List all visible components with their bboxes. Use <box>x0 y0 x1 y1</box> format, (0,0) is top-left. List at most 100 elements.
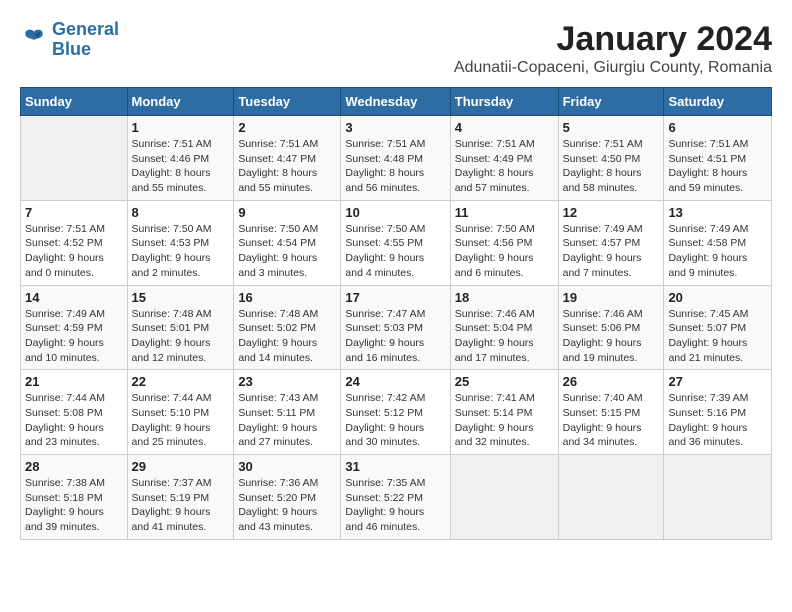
day-number: 29 <box>132 459 230 474</box>
calendar-cell: 16 Sunrise: 7:48 AM Sunset: 5:02 PM Dayli… <box>234 285 341 370</box>
day-number: 6 <box>668 120 767 135</box>
day-number: 28 <box>25 459 123 474</box>
calendar-body: 1 Sunrise: 7:51 AM Sunset: 4:46 PM Daylig… <box>21 116 772 540</box>
logo: General Blue <box>20 20 119 60</box>
day-number: 22 <box>132 374 230 389</box>
day-info: Sunrise: 7:36 AM Sunset: 5:20 PM Dayligh… <box>238 476 336 535</box>
weekday-header: Friday <box>558 88 664 116</box>
calendar-week-row: 14 Sunrise: 7:49 AM Sunset: 4:59 PM Dayli… <box>21 285 772 370</box>
day-info: Sunrise: 7:44 AM Sunset: 5:10 PM Dayligh… <box>132 391 230 450</box>
day-number: 21 <box>25 374 123 389</box>
day-info: Sunrise: 7:40 AM Sunset: 5:15 PM Dayligh… <box>563 391 660 450</box>
day-info: Sunrise: 7:51 AM Sunset: 4:49 PM Dayligh… <box>455 137 554 196</box>
calendar-cell: 21 Sunrise: 7:44 AM Sunset: 5:08 PM Dayli… <box>21 370 128 455</box>
calendar-cell: 24 Sunrise: 7:42 AM Sunset: 5:12 PM Dayli… <box>341 370 450 455</box>
calendar-week-row: 7Sunrise: 7:51 AM Sunset: 4:52 PM Daylig… <box>21 200 772 285</box>
calendar-cell: 23Sunrise: 7:43 AM Sunset: 5:11 PM Dayli… <box>234 370 341 455</box>
day-number: 20 <box>668 290 767 305</box>
day-info: Sunrise: 7:37 AM Sunset: 5:19 PM Dayligh… <box>132 476 230 535</box>
day-info: Sunrise: 7:50 AM Sunset: 4:56 PM Dayligh… <box>455 222 554 281</box>
calendar-cell: 29 Sunrise: 7:37 AM Sunset: 5:19 PM Dayli… <box>127 455 234 540</box>
day-info: Sunrise: 7:45 AM Sunset: 5:07 PM Dayligh… <box>668 307 767 366</box>
calendar-week-row: 28 Sunrise: 7:38 AM Sunset: 5:18 PM Dayli… <box>21 455 772 540</box>
day-info: Sunrise: 7:42 AM Sunset: 5:12 PM Dayligh… <box>345 391 445 450</box>
day-info: Sunrise: 7:50 AM Sunset: 4:55 PM Dayligh… <box>345 222 445 281</box>
day-info: Sunrise: 7:51 AM Sunset: 4:50 PM Dayligh… <box>563 137 660 196</box>
day-info: Sunrise: 7:49 AM Sunset: 4:59 PM Dayligh… <box>25 307 123 366</box>
day-info: Sunrise: 7:46 AM Sunset: 5:04 PM Dayligh… <box>455 307 554 366</box>
day-info: Sunrise: 7:51 AM Sunset: 4:48 PM Dayligh… <box>345 137 445 196</box>
day-number: 3 <box>345 120 445 135</box>
day-number: 18 <box>455 290 554 305</box>
day-number: 16 <box>238 290 336 305</box>
day-number: 14 <box>25 290 123 305</box>
day-number: 24 <box>345 374 445 389</box>
calendar-cell: 13 Sunrise: 7:49 AM Sunset: 4:58 PM Dayli… <box>664 200 772 285</box>
page-header: General Blue January 2024 Adunatii-Copac… <box>20 20 772 77</box>
day-info: Sunrise: 7:49 AM Sunset: 4:57 PM Dayligh… <box>563 222 660 281</box>
calendar-cell: 10 Sunrise: 7:50 AM Sunset: 4:55 PM Dayli… <box>341 200 450 285</box>
day-info: Sunrise: 7:46 AM Sunset: 5:06 PM Dayligh… <box>563 307 660 366</box>
calendar-cell: 26 Sunrise: 7:40 AM Sunset: 5:15 PM Dayli… <box>558 370 664 455</box>
day-number: 1 <box>132 120 230 135</box>
day-info: Sunrise: 7:51 AM Sunset: 4:52 PM Dayligh… <box>25 222 123 281</box>
calendar-cell: 5 Sunrise: 7:51 AM Sunset: 4:50 PM Daylig… <box>558 116 664 201</box>
weekday-header: Wednesday <box>341 88 450 116</box>
calendar-cell: 31Sunrise: 7:35 AM Sunset: 5:22 PM Dayli… <box>341 455 450 540</box>
calendar-cell: 2Sunrise: 7:51 AM Sunset: 4:47 PM Daylig… <box>234 116 341 201</box>
day-info: Sunrise: 7:49 AM Sunset: 4:58 PM Dayligh… <box>668 222 767 281</box>
day-info: Sunrise: 7:51 AM Sunset: 4:51 PM Dayligh… <box>668 137 767 196</box>
day-number: 9 <box>238 205 336 220</box>
weekday-header: Thursday <box>450 88 558 116</box>
day-info: Sunrise: 7:48 AM Sunset: 5:02 PM Dayligh… <box>238 307 336 366</box>
weekday-row: SundayMondayTuesdayWednesdayThursdayFrid… <box>21 88 772 116</box>
weekday-header: Tuesday <box>234 88 341 116</box>
calendar-header: SundayMondayTuesdayWednesdayThursdayFrid… <box>21 88 772 116</box>
calendar-cell: 17 Sunrise: 7:47 AM Sunset: 5:03 PM Dayli… <box>341 285 450 370</box>
calendar-cell: 3 Sunrise: 7:51 AM Sunset: 4:48 PM Daylig… <box>341 116 450 201</box>
page-title: January 2024 <box>454 20 772 59</box>
day-number: 17 <box>345 290 445 305</box>
weekday-header: Sunday <box>21 88 128 116</box>
day-info: Sunrise: 7:48 AM Sunset: 5:01 PM Dayligh… <box>132 307 230 366</box>
calendar-table: SundayMondayTuesdayWednesdayThursdayFrid… <box>20 87 772 540</box>
calendar-cell: 18 Sunrise: 7:46 AM Sunset: 5:04 PM Dayli… <box>450 285 558 370</box>
calendar-cell: 28 Sunrise: 7:38 AM Sunset: 5:18 PM Dayli… <box>21 455 128 540</box>
calendar-week-row: 21 Sunrise: 7:44 AM Sunset: 5:08 PM Dayli… <box>21 370 772 455</box>
day-info: Sunrise: 7:51 AM Sunset: 4:47 PM Dayligh… <box>238 137 336 196</box>
day-info: Sunrise: 7:50 AM Sunset: 4:54 PM Dayligh… <box>238 222 336 281</box>
calendar-cell <box>558 455 664 540</box>
day-number: 15 <box>132 290 230 305</box>
day-info: Sunrise: 7:41 AM Sunset: 5:14 PM Dayligh… <box>455 391 554 450</box>
calendar-cell: 30Sunrise: 7:36 AM Sunset: 5:20 PM Dayli… <box>234 455 341 540</box>
day-number: 25 <box>455 374 554 389</box>
day-number: 26 <box>563 374 660 389</box>
day-number: 13 <box>668 205 767 220</box>
calendar-cell: 20 Sunrise: 7:45 AM Sunset: 5:07 PM Dayli… <box>664 285 772 370</box>
day-info: Sunrise: 7:51 AM Sunset: 4:46 PM Dayligh… <box>132 137 230 196</box>
day-number: 12 <box>563 205 660 220</box>
calendar-cell: 12 Sunrise: 7:49 AM Sunset: 4:57 PM Dayli… <box>558 200 664 285</box>
day-number: 5 <box>563 120 660 135</box>
calendar-week-row: 1 Sunrise: 7:51 AM Sunset: 4:46 PM Daylig… <box>21 116 772 201</box>
day-info: Sunrise: 7:38 AM Sunset: 5:18 PM Dayligh… <box>25 476 123 535</box>
title-block: January 2024 Adunatii-Copaceni, Giurgiu … <box>454 20 772 77</box>
calendar-cell <box>664 455 772 540</box>
day-number: 8 <box>132 205 230 220</box>
calendar-cell: 8 Sunrise: 7:50 AM Sunset: 4:53 PM Daylig… <box>127 200 234 285</box>
calendar-cell: 1 Sunrise: 7:51 AM Sunset: 4:46 PM Daylig… <box>127 116 234 201</box>
calendar-cell: 27Sunrise: 7:39 AM Sunset: 5:16 PM Dayli… <box>664 370 772 455</box>
day-number: 19 <box>563 290 660 305</box>
day-info: Sunrise: 7:50 AM Sunset: 4:53 PM Dayligh… <box>132 222 230 281</box>
day-number: 31 <box>345 459 445 474</box>
weekday-header: Monday <box>127 88 234 116</box>
logo-icon <box>20 26 48 54</box>
day-number: 10 <box>345 205 445 220</box>
calendar-cell: 25 Sunrise: 7:41 AM Sunset: 5:14 PM Dayli… <box>450 370 558 455</box>
day-number: 4 <box>455 120 554 135</box>
calendar-cell: 7Sunrise: 7:51 AM Sunset: 4:52 PM Daylig… <box>21 200 128 285</box>
calendar-cell: 9 Sunrise: 7:50 AM Sunset: 4:54 PM Daylig… <box>234 200 341 285</box>
day-info: Sunrise: 7:44 AM Sunset: 5:08 PM Dayligh… <box>25 391 123 450</box>
day-info: Sunrise: 7:47 AM Sunset: 5:03 PM Dayligh… <box>345 307 445 366</box>
day-info: Sunrise: 7:43 AM Sunset: 5:11 PM Dayligh… <box>238 391 336 450</box>
